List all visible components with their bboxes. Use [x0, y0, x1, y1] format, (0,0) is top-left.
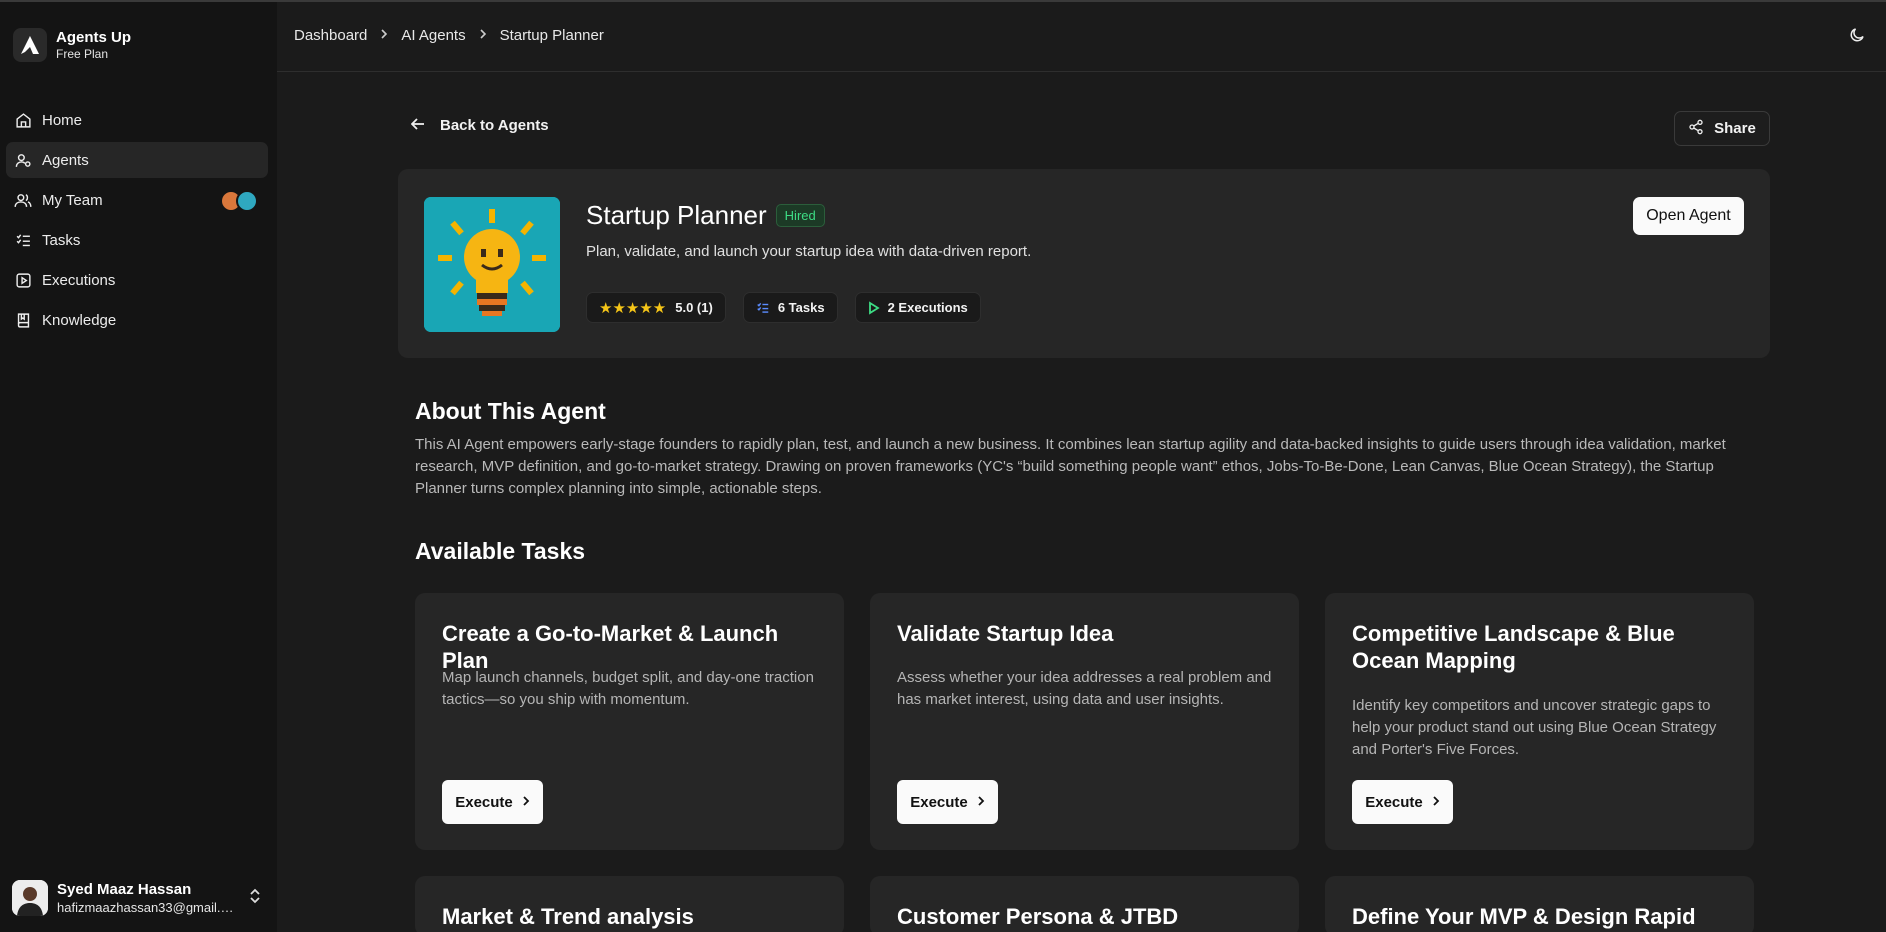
task-title: Customer Persona & JTBD Definition	[897, 904, 1179, 932]
chevron-right-icon	[1432, 794, 1440, 811]
main-content: Dashboard AI Agents Startup Planner Back…	[277, 0, 1886, 932]
tasks-count: 6 Tasks	[777, 300, 825, 315]
moon-icon[interactable]	[1848, 26, 1866, 49]
open-agent-button[interactable]: Open Agent	[1633, 197, 1744, 235]
agent-header-card: Startup Planner Hired Plan, validate, an…	[398, 169, 1770, 358]
breadcrumb-dashboard[interactable]: Dashboard	[294, 27, 367, 44]
execute-button[interactable]: Execute	[897, 780, 998, 824]
execute-label: Execute	[1365, 793, 1423, 811]
avatar	[236, 190, 258, 212]
back-to-agents-link[interactable]: Back to Agents	[410, 117, 549, 134]
app-root: Agents Up Free Plan Home Agents My Team …	[0, 0, 1886, 932]
chevron-right-icon	[977, 794, 985, 811]
execute-label: Execute	[910, 793, 968, 811]
user-name: Syed Maaz Hassan	[57, 880, 192, 898]
task-card: Create a Go-to-Market & Launch Plan Map …	[415, 593, 844, 850]
sidebar-item-home[interactable]: Home	[6, 102, 268, 138]
tasks-pill: 6 Tasks	[742, 292, 838, 323]
breadcrumb: Dashboard AI Agents Startup Planner	[294, 27, 604, 44]
sidebar-item-executions[interactable]: Executions	[6, 262, 268, 298]
agent-title: Startup Planner	[586, 200, 767, 230]
sidebar: Agents Up Free Plan Home Agents My Team …	[0, 0, 277, 932]
sidebar-item-label: Tasks	[42, 231, 81, 249]
sidebar-item-label: My Team	[42, 191, 103, 209]
play-icon	[868, 300, 880, 315]
task-card: Define Your MVP & Design Rapid	[1325, 876, 1754, 932]
sidebar-item-agents[interactable]: Agents	[6, 142, 268, 178]
sidebar-item-label: Executions	[42, 271, 116, 289]
agent-title-row: Startup Planner Hired	[586, 200, 825, 231]
share-button[interactable]: Share	[1674, 111, 1770, 146]
sidebar-item-my-team[interactable]: My Team	[6, 182, 268, 218]
star-icon: ★★★★★	[599, 299, 667, 317]
user-email: hafizmaazhassan33@gmail.c...	[57, 899, 237, 915]
about-text: This AI Agent empowers early-stage found…	[415, 436, 1726, 497]
task-title: Create a Go-to-Market & Launch Plan	[442, 621, 779, 673]
executions-icon	[14, 271, 32, 289]
executions-pill: 2 Executions	[854, 292, 981, 323]
avatar	[12, 880, 48, 916]
task-title: Validate Startup Idea	[897, 621, 1114, 646]
team-icon	[14, 191, 32, 209]
task-card: Validate Startup Idea Assess whether you…	[870, 593, 1299, 850]
sidebar-item-tasks[interactable]: Tasks	[6, 222, 268, 258]
agents-icon	[14, 151, 32, 169]
breadcrumb-current: Startup Planner	[499, 27, 604, 44]
tasks-icon	[756, 301, 770, 315]
available-tasks-title: Available Tasks	[415, 538, 586, 564]
chevron-right-icon	[380, 28, 388, 43]
brand[interactable]: Agents Up Free Plan	[13, 28, 131, 62]
rating-value: 5.0 (1)	[675, 300, 713, 315]
task-description: Map launch channels, budget split, and d…	[442, 669, 814, 708]
window-top-border	[0, 0, 1886, 2]
share-icon	[1688, 119, 1704, 139]
brand-name: Agents Up	[56, 28, 131, 46]
brand-plan: Free Plan	[56, 46, 109, 61]
breadcrumb-ai-agents[interactable]: AI Agents	[401, 27, 465, 44]
chevron-right-icon	[479, 28, 487, 43]
team-avatars	[220, 190, 258, 212]
task-card: Market & Trend analysis	[415, 876, 844, 932]
chevron-up-down-icon[interactable]	[248, 888, 262, 909]
book-icon	[14, 311, 32, 329]
tasks-icon	[14, 231, 32, 249]
task-description: Assess whether your idea addresses a rea…	[897, 669, 1272, 708]
sidebar-nav: Home Agents My Team Tasks Executions Kno…	[6, 102, 268, 342]
arrow-left-icon	[410, 117, 425, 134]
rating-pill: ★★★★★ 5.0 (1)	[586, 292, 726, 323]
share-label: Share	[1714, 120, 1756, 137]
sidebar-item-knowledge[interactable]: Knowledge	[6, 302, 268, 338]
executions-count: 2 Executions	[887, 300, 968, 315]
task-title: Define Your MVP & Design Rapid	[1352, 904, 1696, 929]
execute-button[interactable]: Execute	[442, 780, 543, 824]
chevron-right-icon	[522, 794, 530, 811]
task-card: Competitive Landscape & Blue Ocean Mappi…	[1325, 593, 1754, 850]
execute-button[interactable]: Execute	[1352, 780, 1453, 824]
user-menu[interactable]: Syed Maaz Hassan hafizmaazhassan33@gmail…	[12, 880, 262, 916]
about-title: About This Agent	[415, 398, 606, 424]
task-description: Identify key competitors and uncover str…	[1352, 697, 1717, 758]
back-label: Back to Agents	[440, 117, 549, 134]
execute-label: Execute	[455, 793, 513, 811]
brand-logo-icon	[13, 28, 47, 62]
sidebar-item-label: Knowledge	[42, 311, 117, 329]
home-icon	[14, 111, 32, 129]
agent-description: Plan, validate, and launch your startup …	[586, 243, 1032, 260]
header: Dashboard AI Agents Startup Planner	[277, 0, 1886, 72]
lightbulb-icon	[424, 197, 560, 332]
task-card: Customer Persona & JTBD Definition	[870, 876, 1299, 932]
sidebar-item-label: Agents	[42, 151, 89, 169]
agent-stats: ★★★★★ 5.0 (1) 6 Tasks 2 Executions	[586, 292, 998, 323]
status-badge: Hired	[775, 204, 825, 227]
task-title: Market & Trend analysis	[442, 904, 694, 929]
sidebar-item-label: Home	[42, 111, 83, 129]
task-title: Competitive Landscape & Blue Ocean Mappi…	[1352, 621, 1675, 673]
